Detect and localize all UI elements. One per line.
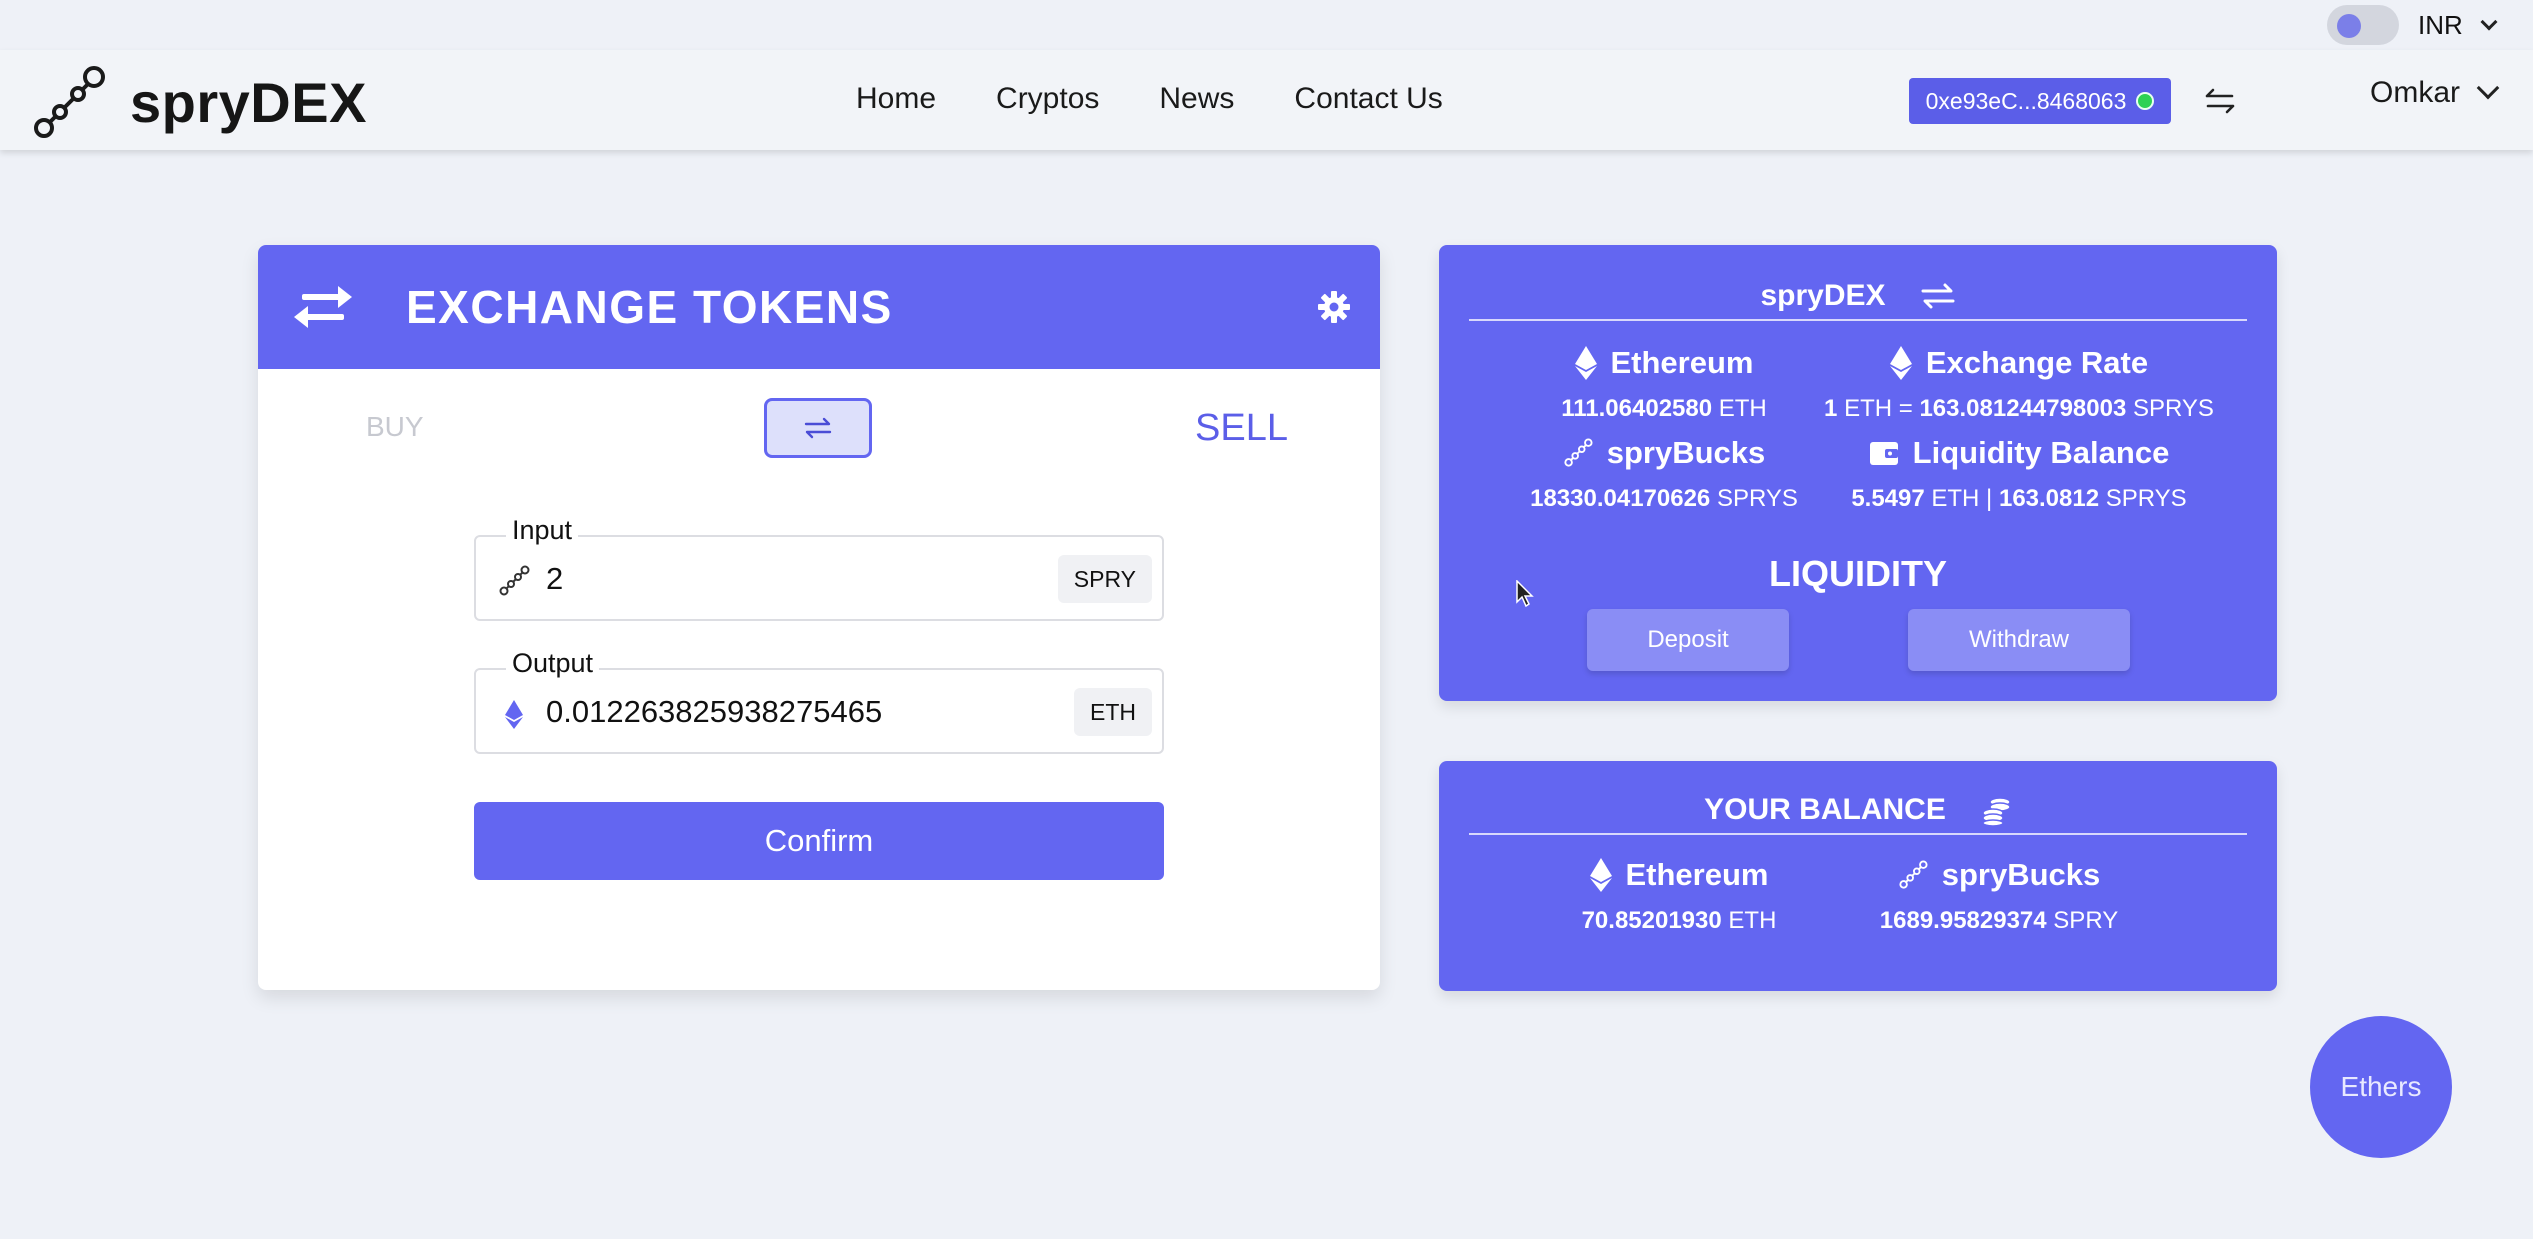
wallet-address: 0xe93eC...8468063	[1925, 87, 2127, 114]
withdraw-button[interactable]: Withdraw	[1908, 609, 2130, 671]
chevron-down-icon	[2480, 13, 2498, 31]
chain-link-logo-icon	[34, 66, 105, 138]
brand-name: spryDEX	[130, 70, 367, 134]
swap-direction-button[interactable]	[764, 398, 872, 458]
stat-exchange-rate-label: Exchange Rate	[1925, 345, 2149, 380]
confirm-button[interactable]: Confirm	[474, 802, 1164, 880]
stat-ethereum: Ethereum 111.06402580 ETH	[1499, 345, 1829, 423]
balance-card-title: YOUR BALANCE	[1439, 793, 2277, 827]
balance-card-title-text: YOUR BALANCE	[1704, 793, 1946, 826]
stat-sprybucks-label: spryBucks	[1606, 435, 1766, 470]
top-strip: INR	[0, 0, 2533, 50]
spry-token-icon	[1564, 438, 1593, 467]
balance-sprybucks-amount: 1689.95829374	[1879, 907, 2047, 934]
toggle-knob	[2337, 14, 2361, 38]
coins-icon	[1982, 797, 2011, 826]
tab-sell[interactable]: SELL	[1195, 407, 1288, 450]
rate-lhs: 1	[1824, 395, 1838, 422]
ethereum-icon	[1889, 346, 1912, 380]
stat-liquidity-label: Liquidity Balance	[1912, 435, 2170, 470]
wallet-icon	[1869, 442, 1898, 465]
user-name: Omkar	[2370, 76, 2460, 109]
exchange-arrows-icon	[294, 286, 352, 328]
chevron-down-icon	[2476, 76, 2500, 100]
output-legend: Output	[506, 648, 600, 679]
deposit-button[interactable]: Deposit	[1587, 609, 1789, 671]
liq-spry: 163.0812	[1998, 485, 2100, 512]
stat-ethereum-amount: 111.06402580	[1561, 395, 1713, 422]
wallet-address-button[interactable]: 0xe93eC...8468063	[1909, 78, 2171, 124]
dex-card-title: spryDEX	[1439, 279, 2277, 313]
divider	[1469, 833, 2247, 835]
balance-card: YOUR BALANCE Ethereum 70.85201930 ETH sp…	[1439, 761, 2277, 991]
balance-ethereum: Ethereum 70.85201930 ETH	[1539, 857, 1819, 935]
stat-sprybucks: spryBucks 18330.04170626 SPRYS	[1499, 435, 1829, 513]
output-value: 0.012263825938275465	[546, 694, 883, 729]
input-legend: Input	[506, 515, 579, 546]
swap-arrows-icon[interactable]	[2203, 84, 2237, 118]
exchange-arrows-icon	[1921, 283, 1955, 309]
exchange-card: EXCHANGE TOKENS BUY SELL Input 2 SPRY Ou…	[258, 245, 1380, 990]
swap-arrows-icon	[804, 417, 832, 439]
output-token-badge: ETH	[1074, 688, 1152, 736]
stat-ethereum-unit: ETH	[1718, 395, 1767, 422]
currency-value: INR	[2418, 9, 2463, 40]
balance-ethereum-label: Ethereum	[1625, 857, 1769, 892]
ethers-fab-button[interactable]: Ethers	[2310, 1016, 2452, 1158]
liq-spry-unit: SPRYS	[2105, 485, 2187, 512]
liq-eth-unit: ETH |	[1931, 485, 1993, 512]
brand[interactable]: spryDEX	[32, 64, 367, 140]
nav-home[interactable]: Home	[856, 82, 936, 116]
stat-sprybucks-amount: 18330.04170626	[1530, 485, 1711, 512]
mouse-cursor-icon	[1516, 580, 1534, 608]
ethereum-icon	[1589, 858, 1612, 892]
rate-lhs-unit: ETH =	[1844, 395, 1913, 422]
input-value: 2	[546, 561, 564, 596]
user-menu[interactable]: Omkar	[2370, 76, 2500, 110]
tab-buy[interactable]: BUY	[366, 411, 424, 443]
divider	[1469, 319, 2247, 321]
dex-info-card: spryDEX Ethereum 111.06402580 ETH Exchan…	[1439, 245, 2277, 701]
exchange-header: EXCHANGE TOKENS	[258, 245, 1380, 369]
dex-card-title-text: spryDEX	[1760, 279, 1886, 312]
stat-exchange-rate: Exchange Rate 1 ETH = 163.081244798003 S…	[1799, 345, 2239, 423]
ethereum-icon	[1574, 346, 1597, 380]
connected-status-icon	[2136, 92, 2155, 110]
theme-toggle[interactable]	[2327, 5, 2399, 45]
stat-sprybucks-unit: SPRYS	[1716, 485, 1798, 512]
nav-news[interactable]: News	[1159, 82, 1234, 116]
liq-eth: 5.5497	[1851, 485, 1925, 512]
rate-rhs-unit: SPRYS	[2133, 395, 2214, 422]
nav-links: Home Cryptos News Contact Us	[856, 82, 1443, 116]
balance-sprybucks-unit: SPRY	[2053, 907, 2119, 934]
input-field[interactable]: Input 2 SPRY	[474, 515, 1164, 621]
balance-sprybucks: spryBucks 1689.95829374 SPRY	[1849, 857, 2149, 935]
nav-contact-us[interactable]: Contact Us	[1294, 82, 1442, 116]
output-field[interactable]: Output 0.012263825938275465 ETH	[474, 648, 1164, 754]
exchange-title: EXCHANGE TOKENS	[406, 281, 893, 333]
gear-icon[interactable]	[1318, 291, 1350, 323]
input-token-badge: SPRY	[1057, 555, 1152, 603]
spry-token-icon	[1899, 860, 1928, 889]
currency-select[interactable]: INR	[2418, 8, 2498, 42]
rate-rhs: 163.081244798003	[1919, 395, 2127, 422]
navbar: spryDEX Home Cryptos News Contact Us 0xe…	[0, 50, 2533, 150]
ethereum-icon	[505, 700, 523, 729]
stat-liquidity-balance: Liquidity Balance 5.5497 ETH | 163.0812 …	[1799, 435, 2239, 513]
balance-ethereum-unit: ETH	[1728, 907, 1777, 934]
balance-sprybucks-label: spryBucks	[1941, 857, 2101, 892]
spry-token-icon	[499, 565, 530, 596]
nav-cryptos[interactable]: Cryptos	[996, 82, 1099, 116]
liquidity-title: LIQUIDITY	[1769, 553, 1947, 594]
stat-ethereum-label: Ethereum	[1610, 345, 1754, 380]
balance-ethereum-amount: 70.85201930	[1581, 907, 1722, 934]
